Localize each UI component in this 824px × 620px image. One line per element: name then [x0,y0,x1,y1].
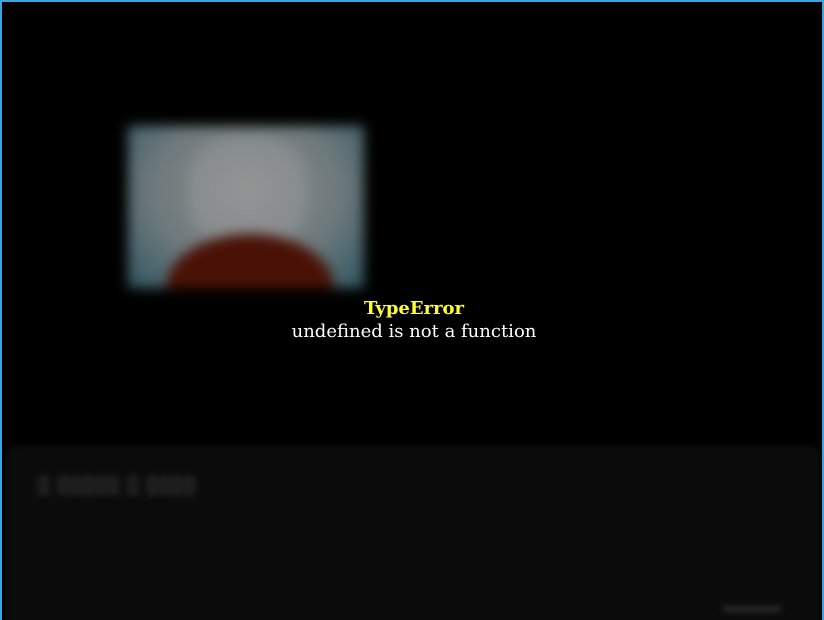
blurred-thumbnail-image [128,126,364,288]
blurred-bottom-panel: ▯ ▯▯▯▯▯ ▯ ▯▯▯▯ [8,448,818,620]
error-message-line: undefined is not a function [2,321,822,343]
thumbnail-red-shape [166,234,334,288]
error-type: TypeError [363,298,465,319]
error-message: undefined is not a function [291,321,537,342]
app-window: TypeError undefined is not a function ▯ … [0,0,824,620]
thumbnail-highlight [188,136,308,246]
blurred-panel-text: ▯ ▯▯▯▯▯ ▯ ▯▯▯▯ [38,473,197,496]
blurred-panel-control [722,606,782,612]
error-overlay: TypeError undefined is not a function [2,298,822,343]
